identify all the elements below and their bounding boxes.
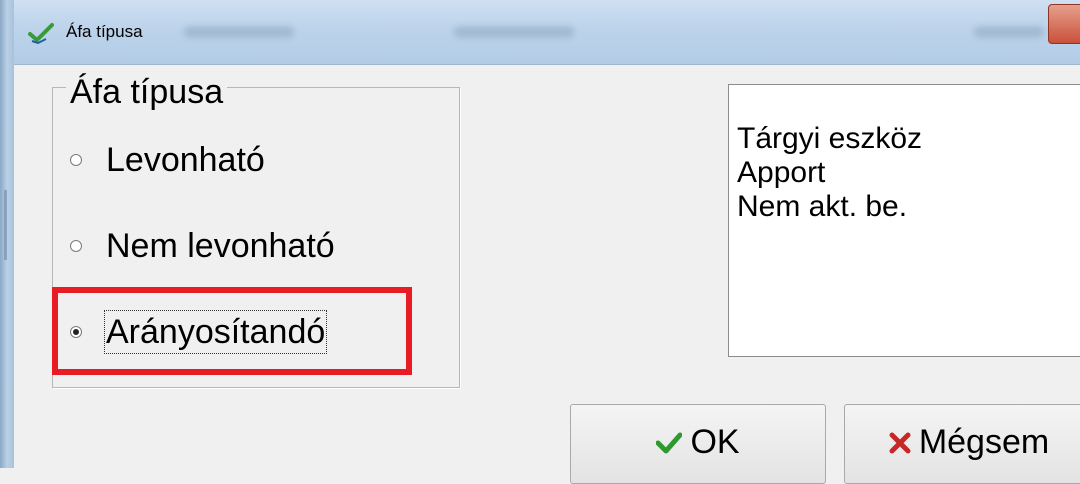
list-item[interactable]: Nem akt. be. <box>737 191 907 223</box>
list-item[interactable]: Tárgyi eszköz <box>737 123 922 155</box>
ok-button[interactable]: OK <box>570 404 826 484</box>
close-button[interactable] <box>1048 4 1080 44</box>
radio-option-nem-levonhato[interactable]: Nem levonható <box>70 226 335 266</box>
radio-label[interactable]: Levonható <box>106 140 265 180</box>
window-title: Áfa típusa <box>66 22 143 41</box>
checkmark-app-icon <box>28 23 54 44</box>
title-bar-reflection <box>974 26 1044 38</box>
radio-button[interactable] <box>70 154 82 166</box>
title-bar[interactable]: Áfa típusa <box>14 0 1080 65</box>
radio-button-checked[interactable] <box>70 326 82 338</box>
window-frame-left <box>0 0 14 468</box>
red-x-icon <box>889 432 911 454</box>
radio-label[interactable]: Nem levonható <box>106 226 335 266</box>
cancel-button-label: Mégsem <box>918 423 1050 461</box>
green-checkmark-icon <box>656 432 683 454</box>
radio-option-levonhato[interactable]: Levonható <box>70 140 265 180</box>
radio-label[interactable]: Arányosítandó <box>103 310 328 354</box>
listbox[interactable]: Tárgyi eszköz Apport Nem akt. be. <box>728 84 1080 357</box>
ok-button-label: OK <box>690 423 740 461</box>
list-item[interactable]: Apport <box>737 157 825 189</box>
radio-option-aranyositando[interactable]: Arányosítandó <box>70 310 328 354</box>
cancel-button[interactable]: Mégsem <box>844 404 1080 484</box>
title-bar-reflection <box>184 26 294 38</box>
radio-button[interactable] <box>70 240 82 252</box>
title-bar-reflection <box>454 26 574 38</box>
groupbox-legend: Áfa típusa <box>66 72 228 112</box>
